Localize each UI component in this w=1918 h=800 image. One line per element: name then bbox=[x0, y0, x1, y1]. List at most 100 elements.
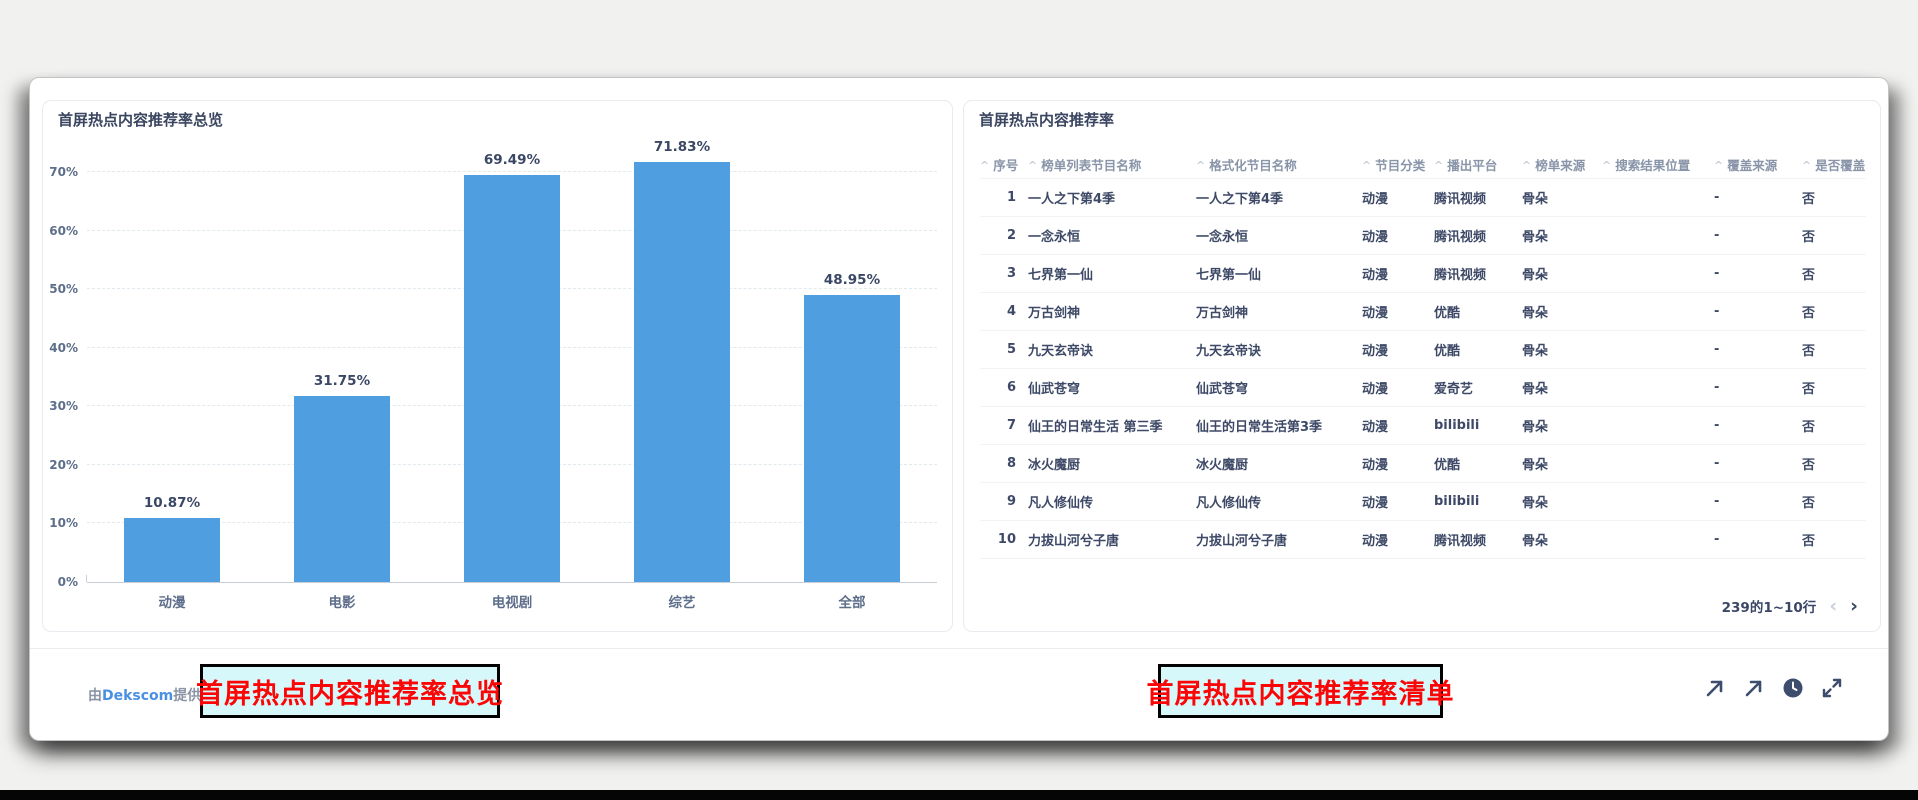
sort-caret-icon[interactable]: ^ bbox=[1802, 160, 1811, 171]
table-cell: 5 bbox=[980, 342, 1028, 357]
table-cell: - bbox=[1714, 418, 1802, 433]
column-header-label: 播出平台 bbox=[1447, 155, 1497, 174]
table-row[interactable]: 2一念永恒一念永恒动漫腾讯视频骨朵-否 bbox=[980, 217, 1866, 255]
column-header-label: 格式化节目名称 bbox=[1209, 155, 1297, 174]
screen-bottom-edge bbox=[0, 790, 1918, 800]
table-cell: 6 bbox=[980, 380, 1028, 395]
arrow-up-right-icon[interactable] bbox=[1742, 676, 1766, 700]
table-cell: 骨朵 bbox=[1522, 492, 1602, 511]
bar-value-label: 48.95% bbox=[767, 272, 937, 288]
table-cell: 2 bbox=[980, 228, 1028, 243]
table-cell: 腾讯视频 bbox=[1434, 530, 1522, 549]
column-header-是否覆盖[interactable]: ^是否覆盖 bbox=[1802, 155, 1866, 174]
pagination-next-button[interactable]: › bbox=[1850, 597, 1858, 616]
sort-caret-icon[interactable]: ^ bbox=[1362, 160, 1371, 171]
sort-caret-icon[interactable]: ^ bbox=[1196, 160, 1205, 171]
x-axis-category-label: 动漫 bbox=[87, 591, 257, 611]
column-header-榜单列表节目名称[interactable]: ^ 榜单列表节目名称 bbox=[1028, 155, 1196, 174]
footer-toolbar bbox=[1703, 676, 1844, 700]
y-axis-tick-label: 10% bbox=[49, 516, 78, 530]
column-header-序号[interactable]: ^ 序号 bbox=[980, 155, 1028, 174]
table-cell: 仙武苍穹 bbox=[1196, 378, 1362, 397]
column-header-覆盖来源[interactable]: ^ 覆盖来源 bbox=[1714, 155, 1802, 174]
table-cell: 否 bbox=[1802, 492, 1866, 511]
table-cell: 动漫 bbox=[1362, 454, 1434, 473]
table-cell: 否 bbox=[1802, 302, 1866, 321]
powered-by-prefix: 由 bbox=[88, 688, 102, 704]
table-cell: 4 bbox=[980, 304, 1028, 319]
column-header-label: 榜单列表节目名称 bbox=[1041, 155, 1141, 174]
table-cell: 动漫 bbox=[1362, 530, 1434, 549]
sort-caret-icon[interactable]: ^ bbox=[1714, 160, 1723, 171]
table-cell: 腾讯视频 bbox=[1434, 226, 1522, 245]
bar-value-label: 71.83% bbox=[597, 139, 767, 155]
table-cell: 否 bbox=[1802, 340, 1866, 359]
table-cell: 一人之下第4季 bbox=[1028, 188, 1196, 207]
chart-bar-综艺[interactable] bbox=[634, 162, 730, 582]
table-cell: 优酷 bbox=[1434, 340, 1522, 359]
gridline bbox=[87, 171, 937, 172]
table-row[interactable]: 9凡人修仙传凡人修仙传动漫bilibili骨朵-否 bbox=[980, 483, 1866, 521]
column-header-搜索结果位置[interactable]: ^ 搜索结果位置 bbox=[1602, 155, 1714, 174]
table-row[interactable]: 5九天玄帝诀九天玄帝诀动漫优酷骨朵-否 bbox=[980, 331, 1866, 369]
bar-chart: 0%10%20%30%40%50%60%70%10.87%动漫31.75%电影6… bbox=[87, 144, 937, 583]
chart-bar-全部[interactable] bbox=[804, 295, 900, 582]
table-row[interactable]: 4万古剑神万古剑神动漫优酷骨朵-否 bbox=[980, 293, 1866, 331]
y-axis-tick-label: 60% bbox=[49, 224, 78, 238]
table-cell: 爱奇艺 bbox=[1434, 378, 1522, 397]
chart-bar-动漫[interactable] bbox=[124, 518, 220, 582]
column-header-榜单来源[interactable]: ^榜单来源 bbox=[1522, 155, 1602, 174]
y-axis-tick-label: 70% bbox=[49, 165, 78, 179]
table-row[interactable]: 3七界第一仙七界第一仙动漫腾讯视频骨朵-否 bbox=[980, 255, 1866, 293]
expand-icon[interactable] bbox=[1820, 676, 1844, 700]
column-header-节目分类[interactable]: ^节目分类 bbox=[1362, 155, 1434, 174]
table-cell: 10 bbox=[980, 532, 1028, 547]
annotation-table-label: 首屏热点内容推荐率清单 bbox=[1158, 664, 1443, 718]
table-row[interactable]: 8冰火魔厨冰火魔厨动漫优酷骨朵-否 bbox=[980, 445, 1866, 483]
column-header-label: 搜索结果位置 bbox=[1615, 155, 1690, 174]
column-header-格式化节目名称[interactable]: ^ 格式化节目名称 bbox=[1196, 155, 1362, 174]
table-cell: 骨朵 bbox=[1522, 454, 1602, 473]
table-cell: 动漫 bbox=[1362, 264, 1434, 283]
column-header-播出平台[interactable]: ^ 播出平台 bbox=[1434, 155, 1522, 174]
sort-caret-icon[interactable]: ^ bbox=[1028, 160, 1037, 171]
sort-caret-icon[interactable]: ^ bbox=[1434, 160, 1443, 171]
column-header-label: 覆盖来源 bbox=[1727, 155, 1777, 174]
bar-value-label: 69.49% bbox=[427, 152, 597, 168]
column-header-label: 序号 bbox=[993, 155, 1018, 174]
table-cell: 一人之下第4季 bbox=[1196, 188, 1362, 207]
table-row[interactable]: 6仙武苍穹仙武苍穹动漫爱奇艺骨朵-否 bbox=[980, 369, 1866, 407]
table-cell: 优酷 bbox=[1434, 302, 1522, 321]
table-cell: 8 bbox=[980, 456, 1028, 471]
pagination-label: 239的1~10行 bbox=[1722, 596, 1817, 616]
clock-icon[interactable] bbox=[1781, 676, 1805, 700]
table-cell: - bbox=[1714, 304, 1802, 319]
table-cell: 动漫 bbox=[1362, 492, 1434, 511]
table-cell: 仙王的日常生活第3季 bbox=[1196, 416, 1362, 435]
table-panel-title: 首屏热点内容推荐率 bbox=[979, 109, 1114, 130]
table-cell: 动漫 bbox=[1362, 416, 1434, 435]
table-row[interactable]: 1一人之下第4季一人之下第4季动漫腾讯视频骨朵-否 bbox=[980, 179, 1866, 217]
table-cell: 否 bbox=[1802, 378, 1866, 397]
pagination: 239的1~10行 ‹ › bbox=[1722, 593, 1858, 619]
table-cell: 力拔山河兮子唐 bbox=[1028, 530, 1196, 549]
table-cell: - bbox=[1714, 342, 1802, 357]
y-axis-tick-label: 20% bbox=[49, 458, 78, 472]
chart-bar-电视剧[interactable] bbox=[464, 175, 560, 582]
dashboard-window: 首屏热点内容推荐率总览 0%10%20%30%40%50%60%70%10.87… bbox=[30, 78, 1888, 740]
y-axis-tick-label: 30% bbox=[49, 399, 78, 413]
arrow-up-right-icon[interactable] bbox=[1703, 676, 1727, 700]
table-cell: 力拔山河兮子唐 bbox=[1196, 530, 1362, 549]
table-cell: - bbox=[1714, 266, 1802, 281]
y-axis-tick-label: 0% bbox=[58, 575, 78, 589]
pagination-prev-button[interactable]: ‹ bbox=[1829, 597, 1837, 616]
x-axis-category-label: 综艺 bbox=[597, 591, 767, 611]
chart-panel-title: 首屏热点内容推荐率总览 bbox=[58, 109, 223, 130]
table-cell: - bbox=[1714, 190, 1802, 205]
sort-caret-icon[interactable]: ^ bbox=[1522, 160, 1531, 171]
chart-bar-电影[interactable] bbox=[294, 396, 390, 582]
sort-caret-icon[interactable]: ^ bbox=[1602, 160, 1611, 171]
sort-caret-icon[interactable]: ^ bbox=[980, 160, 989, 171]
table-row[interactable]: 10力拔山河兮子唐力拔山河兮子唐动漫腾讯视频骨朵-否 bbox=[980, 521, 1866, 559]
table-row[interactable]: 7仙王的日常生活 第三季仙王的日常生活第3季动漫bilibili骨朵-否 bbox=[980, 407, 1866, 445]
